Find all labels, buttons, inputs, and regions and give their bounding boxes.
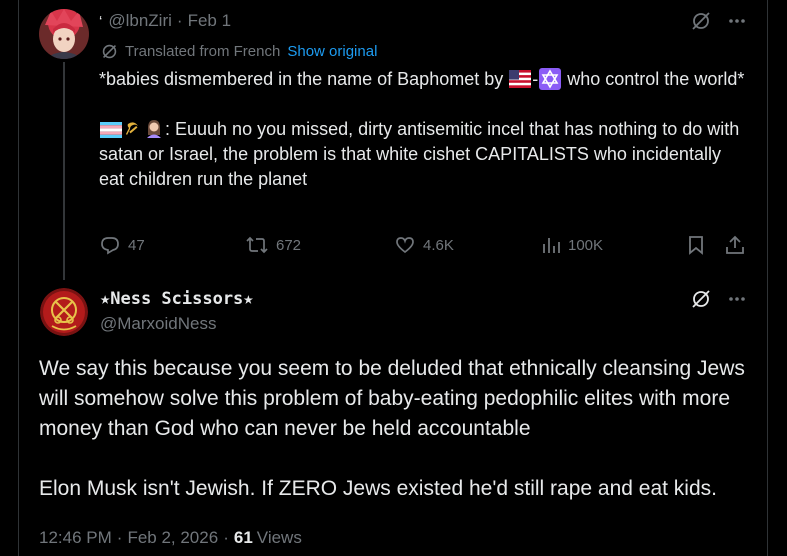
- translate-icon: [101, 43, 118, 60]
- parent-tweet-text: *babies dismembered in the name of Bapho…: [99, 67, 749, 192]
- main-tweet-top-actions: [690, 288, 748, 310]
- timeline-border-left: [18, 0, 19, 556]
- parent-avatar[interactable]: [39, 9, 89, 59]
- handle-prefix: ‘: [99, 12, 103, 30]
- parent-tweet-header: ‘ @lbnZiri · Feb 1: [99, 10, 231, 32]
- more-options-icon[interactable]: [726, 10, 748, 32]
- woman-emoji: [144, 118, 164, 138]
- main-handle[interactable]: @MarxoidNess: [100, 313, 216, 335]
- meta-separator: ·: [223, 528, 229, 547]
- parent-tweet-actions: 47 672 4.6K 100K: [99, 231, 749, 259]
- grok-icon[interactable]: [690, 10, 712, 32]
- timeline-border-right: [767, 0, 768, 556]
- reply-icon: [101, 237, 119, 255]
- transgender-flag-emoji: [100, 120, 122, 138]
- hammer-sickle-emoji: [124, 120, 142, 138]
- meta-separator: ·: [116, 528, 123, 547]
- translated-label: Translated from French: [125, 42, 281, 60]
- parent-text-para2: : Euuuh no you missed, dirty antisemitic…: [99, 119, 740, 189]
- views-button[interactable]: 100K: [541, 231, 603, 259]
- main-avatar[interactable]: [40, 288, 88, 336]
- parent-text-line1-after: who control the world*: [562, 69, 745, 89]
- views-label: Views: [256, 528, 302, 547]
- thread-connector-line: [63, 62, 65, 280]
- repost-count: 672: [276, 236, 302, 254]
- share-button[interactable]: [724, 231, 746, 259]
- views-chart-icon: [543, 238, 560, 253]
- tweet-time[interactable]: 12:46 PM: [39, 528, 112, 548]
- more-options-icon[interactable]: [726, 288, 748, 310]
- reply-button[interactable]: 47: [99, 231, 145, 259]
- heart-icon: [396, 237, 414, 254]
- main-tweet-meta: 12:46 PM · Feb 2, 2026 · 61 Views: [39, 526, 302, 550]
- view-count: 100K: [568, 236, 604, 254]
- grok-icon[interactable]: [690, 288, 712, 310]
- parent-date[interactable]: Feb 1: [188, 11, 231, 31]
- show-original-link[interactable]: Show original: [287, 43, 377, 60]
- main-display-name[interactable]: ★Ness Scissors★: [100, 288, 254, 310]
- parent-tweet-top-actions: [690, 10, 748, 32]
- translation-notice: Translated from French Show original: [101, 41, 377, 61]
- bookmark-icon: [689, 236, 703, 255]
- parent-text-line1-before: *babies dismembered in the name of Bapho…: [99, 69, 509, 89]
- header-separator: ·: [176, 11, 183, 30]
- reply-count: 47: [128, 236, 145, 254]
- main-paragraph-1: We say this because you seem to be delud…: [39, 357, 745, 440]
- tweet-date[interactable]: Feb 2, 2026: [127, 528, 218, 548]
- like-count: 4.6K: [423, 236, 454, 254]
- us-flag-emoji: [509, 70, 532, 88]
- bookmark-button[interactable]: [686, 231, 706, 259]
- share-icon: [726, 235, 744, 254]
- repost-button[interactable]: 672: [245, 231, 301, 259]
- parent-text-dash: -: [532, 69, 539, 89]
- repost-icon: [246, 236, 268, 254]
- like-button[interactable]: 4.6K: [394, 231, 454, 259]
- main-tweet-text: We say this because you seem to be delud…: [39, 354, 759, 504]
- main-paragraph-2: Elon Musk isn't Jewish. If ZERO Jews exi…: [39, 477, 717, 500]
- views-count: 61: [233, 528, 253, 547]
- parent-handle[interactable]: @lbnZiri: [108, 11, 172, 31]
- star-of-david-emoji: [539, 68, 562, 90]
